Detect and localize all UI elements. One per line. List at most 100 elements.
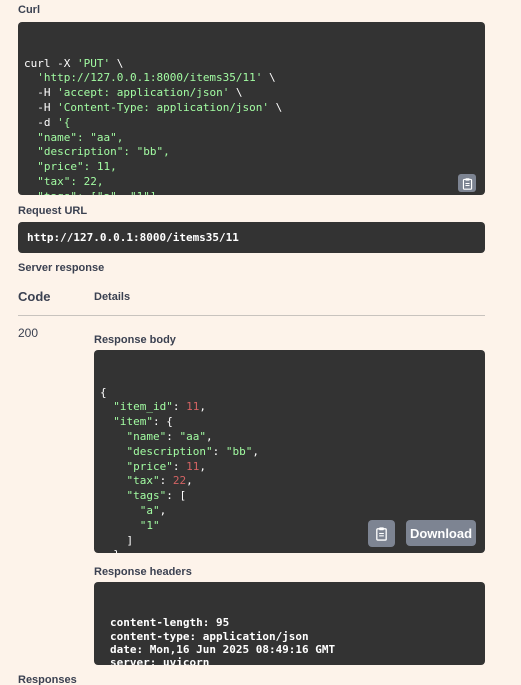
request-url-title: Request URL <box>18 205 88 217</box>
code-line: "item": { <box>100 415 479 430</box>
request-url-value[interactable]: http://127.0.0.1:8000/items35/11 <box>18 222 485 253</box>
code-token: 'Content-Type: application/json' <box>57 100 270 114</box>
clipboard-copy-icon <box>462 177 472 190</box>
code-line: { <box>100 386 479 401</box>
code-token: "item_id" <box>113 400 173 414</box>
code-token: \ <box>269 100 283 114</box>
code-token: "aa" <box>179 429 207 443</box>
code-token: "price" <box>126 459 173 473</box>
code-token: , <box>199 400 206 414</box>
curl-title: Curl <box>18 4 40 16</box>
curl-code: curl -X 'PUT' \ 'http://127.0.0.1:8000/i… <box>24 57 479 195</box>
code-token: "tags" <box>126 489 167 503</box>
code-token: '{ <box>57 115 71 129</box>
code-token: "name" <box>126 429 167 443</box>
code-token: \ <box>229 86 243 100</box>
code-token: -H <box>24 100 58 114</box>
code-line: "item_id": 11, <box>100 400 479 415</box>
code-line: "tags": ["a", "1"] <box>24 190 479 195</box>
code-token: "bb" <box>225 444 253 458</box>
code-line: "tax": 22, <box>100 474 479 489</box>
code-line: "name": "aa", <box>100 430 479 445</box>
response-body-copy-button[interactable] <box>368 520 395 547</box>
code-token: "tax": 22, <box>24 174 104 188</box>
code-token: : <box>172 459 187 473</box>
code-token: curl -X <box>24 56 77 70</box>
code-token: , <box>199 459 206 473</box>
code-token: "name": "aa", <box>24 130 124 144</box>
details-column-header: Details <box>94 291 131 303</box>
code-token: "tax" <box>126 474 160 488</box>
code-line: -H 'accept: application/json' \ <box>24 86 479 101</box>
curl-code-block[interactable]: curl -X 'PUT' \ 'http://127.0.0.1:8000/i… <box>18 22 485 195</box>
code-token: : <box>159 474 173 488</box>
code-line: "tags": [ <box>100 489 479 504</box>
response-header-line: server: uvicorn <box>110 656 210 665</box>
download-button[interactable]: Download <box>406 520 476 546</box>
code-token: } <box>100 548 120 553</box>
code-token: "description": "bb", <box>24 145 170 159</box>
code-token: "price": 11, <box>24 160 117 174</box>
code-token: : <box>166 429 180 443</box>
scrollbar[interactable] <box>506 0 521 685</box>
code-line: "price": 11, <box>100 460 479 475</box>
code-token: , <box>186 474 193 488</box>
code-token: "description" <box>126 444 213 458</box>
response-body-title: Response body <box>94 334 176 346</box>
curl-copy-button[interactable] <box>458 174 476 192</box>
code-token: "a" <box>139 503 160 517</box>
code-token: : <box>172 400 187 414</box>
code-line: 'http://127.0.0.1:8000/items35/11' \ <box>24 71 479 86</box>
code-token: : [ <box>166 489 187 503</box>
swagger-try-it-out-panel: Curl curl -X 'PUT' \ 'http://127.0.0.1:8… <box>0 0 506 685</box>
code-token: 11 <box>186 459 200 473</box>
code-token: 22 <box>172 474 187 488</box>
code-token: ] <box>100 533 134 547</box>
code-line: -H 'Content-Type: application/json' \ <box>24 101 479 116</box>
code-token: 'accept: application/json' <box>57 86 230 100</box>
code-token: "1" <box>139 518 160 532</box>
code-token: { <box>100 385 107 399</box>
code-token: , <box>206 429 213 443</box>
code-line: "description": "bb", <box>100 445 479 460</box>
response-header-line: date: Mon,16 Jun 2025 08:49:16 GMT <box>110 642 336 656</box>
code-token: , <box>159 503 167 517</box>
code-token: -H <box>24 86 58 100</box>
code-token: : <box>212 444 226 458</box>
code-token: -d <box>24 115 58 129</box>
code-line: -d '{ <box>24 116 479 131</box>
clipboard-copy-icon <box>376 527 387 541</box>
code-line: "price": 11, <box>24 160 479 175</box>
code-line: "description": "bb", <box>24 145 479 160</box>
responses-title: Responses <box>18 674 77 685</box>
code-token: \ <box>110 56 124 70</box>
code-line: "tax": 22, <box>24 175 479 190</box>
code-line: } <box>100 548 479 553</box>
code-column-header: Code <box>18 289 51 304</box>
code-token: \ <box>262 71 276 85</box>
code-token: 'PUT' <box>76 56 111 70</box>
response-header-line: content-length: 95 <box>110 616 230 630</box>
code-token: : { <box>153 415 173 429</box>
code-token: 11 <box>186 400 200 414</box>
code-line: curl -X 'PUT' \ <box>24 57 479 72</box>
response-headers-code-block[interactable]: content-length: 95 content-type: applicat… <box>94 582 485 665</box>
code-line: "name": "aa", <box>24 131 479 146</box>
response-headers-code: content-length: 95 content-type: applicat… <box>110 616 469 665</box>
table-divider <box>18 315 485 316</box>
code-token: , <box>252 444 259 458</box>
server-response-title: Server response <box>18 262 105 274</box>
code-token: "item" <box>113 415 153 429</box>
response-headers-title: Response headers <box>94 566 192 578</box>
code-token: 'http://127.0.0.1:8000/items35/11' <box>37 71 263 85</box>
